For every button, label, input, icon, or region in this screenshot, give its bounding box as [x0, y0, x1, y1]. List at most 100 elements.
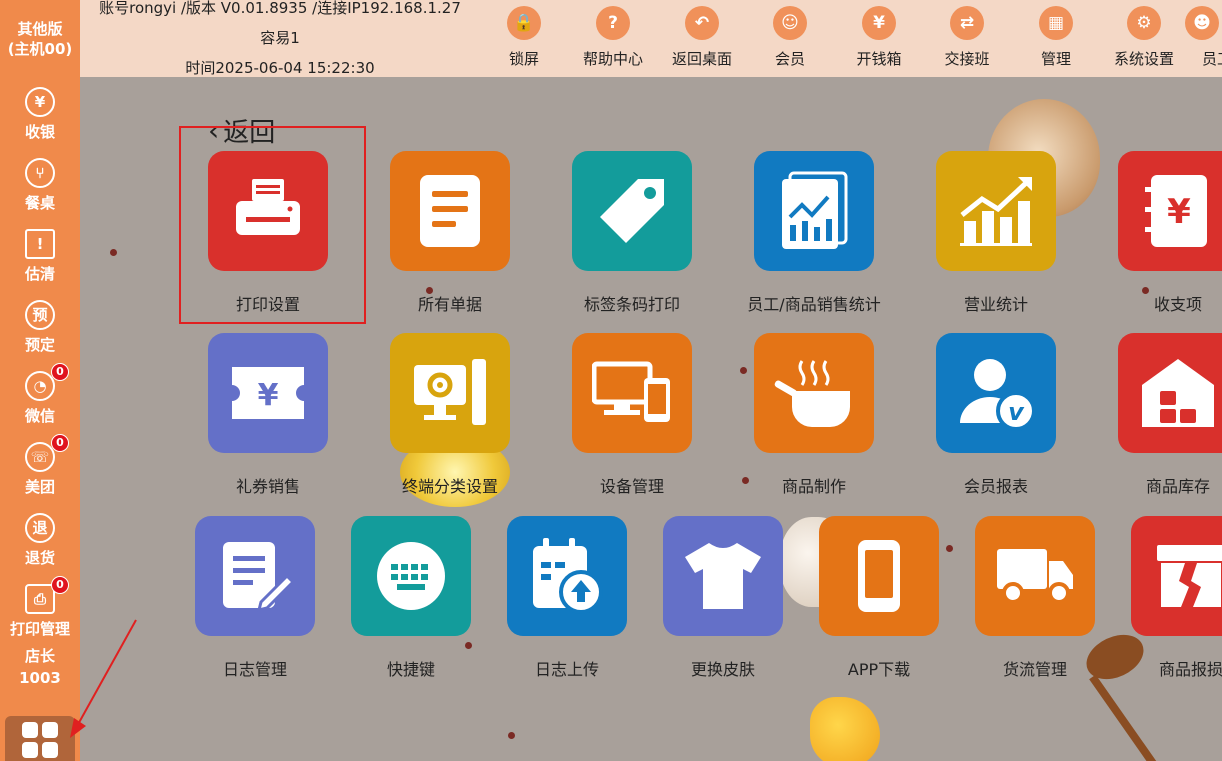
log-edit-icon	[195, 516, 315, 636]
tile-label: 货流管理	[1002, 660, 1067, 679]
tool-label: 会员	[774, 50, 805, 68]
tile-label: 商品报损	[1158, 660, 1222, 679]
staff-icon: ☻	[1185, 6, 1219, 40]
sidebar-item-soldout[interactable]: ! 估清	[0, 222, 80, 290]
wechat-glyph: ◔	[33, 376, 47, 395]
sidebar-item-meituan[interactable]: ☏ 0 美团	[0, 433, 80, 503]
member-icon: ☺	[773, 6, 807, 40]
ledger-yen-icon: ¥	[1118, 151, 1222, 271]
sidebar-item-label: 微信	[24, 406, 55, 425]
tile-product-inventory[interactable]: 商品库存	[1118, 333, 1222, 497]
trend-chart-icon	[936, 151, 1056, 271]
sidebar-item-wechat[interactable]: ◔ 0 微信	[0, 362, 80, 432]
member-button[interactable]: ☺ 会员	[746, 6, 834, 69]
berry-decoration	[508, 732, 515, 739]
main-content: ‹ 返回 打印设置 所有单据 标签条码打印 员工/商品销售统计 营业统计 ¥ 收…	[80, 77, 1222, 761]
tile-all-documents[interactable]: 所有单据	[390, 151, 510, 315]
back-arrow-icon: ↶	[685, 6, 719, 40]
back-to-desktop-button[interactable]: ↶ 返回桌面	[658, 6, 746, 69]
spoon-handle-decoration	[1089, 674, 1159, 761]
tag-icon	[572, 151, 692, 271]
tile-terminal-category-settings[interactable]: 终端分类设置	[390, 333, 510, 497]
sidebar-item-tables[interactable]: ⑂ 餐桌	[0, 151, 80, 219]
header: 账号rongyi /版本 V0.01.8935 /连接IP192.168.1.2…	[80, 0, 1222, 77]
manage-icon: ▦	[1039, 6, 1073, 40]
tool-label: 开钱箱	[856, 50, 902, 68]
tile-product-damage[interactable]: 商品报损	[1131, 516, 1222, 680]
lock-icon: 🔒	[507, 6, 541, 40]
tile-change-skin[interactable]: 更换皮肤	[663, 516, 783, 680]
tool-label: 管理	[1040, 50, 1071, 68]
brand-line1: 其他版	[17, 19, 63, 38]
svg-text:v: v	[1008, 398, 1025, 426]
tile-label: 设备管理	[599, 477, 664, 496]
meituan-icon: ☏ 0	[25, 433, 69, 472]
warning-icon: !	[25, 228, 55, 259]
tile-app-download[interactable]: APP下载	[819, 516, 939, 680]
tile-label: 所有单据	[417, 295, 482, 314]
help-center-button[interactable]: ? 帮助中心	[569, 6, 657, 69]
sidebar-item-cashier[interactable]: ¥ 收银	[0, 80, 80, 148]
help-icon: ?	[596, 6, 630, 40]
manage-button[interactable]: ▦ 管理	[1012, 6, 1100, 69]
printer-glyph: ⎙	[33, 589, 46, 608]
gear-icon: ⚙	[1127, 6, 1161, 40]
brand: 其他版 (主机00)	[0, 0, 80, 77]
sidebar-item-return[interactable]: 退 退货	[0, 506, 80, 574]
tile-label: 营业统计	[963, 295, 1028, 314]
sidebar-item-label: 估清	[24, 264, 55, 283]
coupon-icon: ¥	[208, 333, 328, 453]
vip-member-icon: v	[936, 333, 1056, 453]
sidebar-item-reserve[interactable]: 预 预定	[0, 293, 80, 361]
open-cashbox-button[interactable]: ¥ 开钱箱	[835, 6, 923, 69]
tile-income-expense[interactable]: ¥ 收支项	[1118, 151, 1222, 315]
tool-label: 返回桌面	[671, 50, 732, 68]
berry-decoration	[110, 249, 117, 256]
tile-logistics-management[interactable]: 货流管理	[975, 516, 1095, 680]
cashbox-icon: ¥	[862, 6, 896, 40]
sidebar-item-label: 餐桌	[24, 193, 55, 212]
wechat-icon: ◔ 0	[25, 362, 69, 401]
fork-knife-icon: ⑂	[25, 157, 55, 188]
yen-icon: ¥	[25, 86, 55, 117]
tile-label: 会员报表	[963, 477, 1028, 496]
staff-button[interactable]: ☻ 员工	[1178, 6, 1222, 69]
tile-print-settings[interactable]: 打印设置	[208, 151, 328, 315]
berry-decoration	[742, 477, 749, 484]
sidebar-item-label: 收银	[24, 122, 55, 141]
berry-decoration	[740, 367, 747, 374]
tile-label: 礼券销售	[235, 477, 300, 496]
meituan-glyph: ☏	[30, 447, 50, 466]
shift-handover-button[interactable]: ⇄ 交接班	[923, 6, 1011, 69]
tile-log-upload[interactable]: 日志上传	[507, 516, 627, 680]
system-settings-button[interactable]: ⚙ 系统设置	[1100, 6, 1188, 69]
tile-device-management[interactable]: 设备管理	[572, 333, 692, 497]
tile-product-making[interactable]: 商品制作	[754, 333, 874, 497]
calendar-upload-icon	[507, 516, 627, 636]
tile-coupon-sales[interactable]: ¥ 礼券销售	[208, 333, 328, 497]
tile-label-barcode-print[interactable]: 标签条码打印	[572, 151, 692, 315]
print-badge: 0	[51, 575, 69, 594]
tile-shortcut-keys[interactable]: 快捷键	[351, 516, 471, 680]
svg-text:¥: ¥	[1167, 192, 1191, 232]
terminal-gear-icon	[390, 333, 510, 453]
tile-log-management[interactable]: 日志管理	[195, 516, 315, 680]
grid-icon	[22, 722, 58, 758]
account-line: 账号rongyi /版本 V0.01.8935 /连接IP192.168.1.2…	[99, 0, 461, 17]
brand-line2: (主机00)	[7, 39, 73, 58]
store-name: 容易1	[260, 29, 300, 47]
truck-icon	[975, 516, 1095, 636]
tile-label: 员工/商品销售统计	[747, 295, 881, 314]
tile-sales-statistics[interactable]: 员工/商品销售统计	[747, 151, 881, 315]
tile-member-report[interactable]: v 会员报表	[936, 333, 1056, 497]
lock-screen-button[interactable]: 🔒 锁屏	[480, 6, 568, 69]
pepper-decoration	[810, 697, 880, 761]
broken-box-icon	[1131, 516, 1222, 636]
tile-label: 打印设置	[235, 295, 300, 314]
tile-business-statistics[interactable]: 营业统计	[936, 151, 1056, 315]
wechat-badge: 0	[51, 362, 69, 381]
phone-icon	[819, 516, 939, 636]
shift-icon: ⇄	[950, 6, 984, 40]
tile-label: 日志上传	[534, 660, 599, 679]
tool-label: 系统设置	[1113, 50, 1174, 68]
